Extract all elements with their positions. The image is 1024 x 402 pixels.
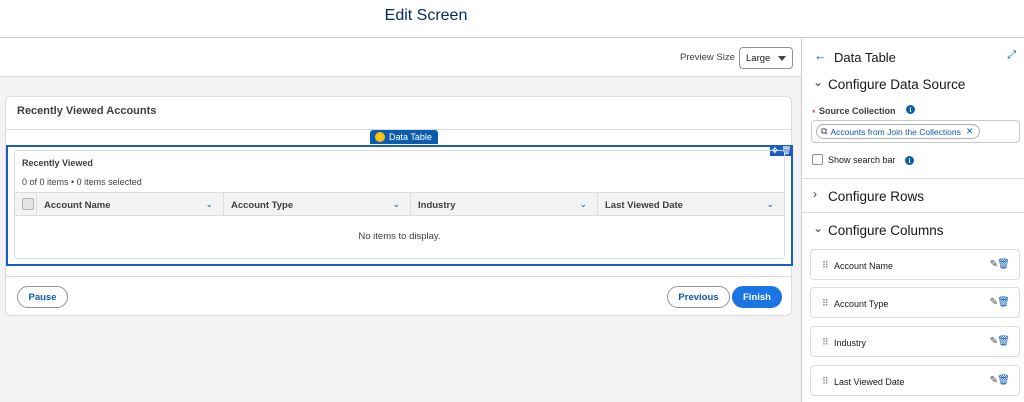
column-header[interactable]: Last Viewed Date ⌄ (597, 193, 784, 215)
pause-button[interactable]: Pause (17, 286, 68, 308)
table-header: Account Name ⌄ Account Type ⌄ Industry ⌄… (15, 192, 784, 216)
trash-icon[interactable]: 🗑 (997, 375, 1010, 386)
column-header[interactable]: Industry ⌄ (410, 193, 597, 215)
section-configure-data-source[interactable]: ⌄ Configure Data Source (802, 72, 1024, 98)
drag-handle-icon[interactable]: ⠿ (822, 376, 829, 387)
bolt-icon: ⚡ (375, 132, 385, 142)
column-card[interactable]: ⠿ Account Name ✎ 🗑 (810, 249, 1020, 280)
preview-size-value: Large (746, 53, 771, 64)
source-collection-field[interactable]: ⧉ Accounts from Join the Collections ✕ (811, 120, 1020, 143)
column-header[interactable]: Account Name ⌄ (36, 193, 223, 215)
preview-size-select[interactable]: Large (739, 47, 793, 69)
column-header-label: Last Viewed Date (605, 200, 683, 211)
page-title: Edit Screen (384, 7, 468, 24)
finish-button[interactable]: Finish (732, 286, 782, 308)
info-icon[interactable]: i (906, 105, 915, 114)
card-title: Recently Viewed Accounts (17, 105, 157, 117)
chevron-right-icon: › (813, 187, 817, 201)
collection-pill[interactable]: ⧉ Accounts from Join the Collections ✕ (816, 124, 981, 139)
column-card[interactable]: ⠿ Account Type ✎ 🗑 (810, 287, 1020, 318)
chevron-down-icon[interactable]: ⌄ (766, 199, 774, 210)
section-configure-rows[interactable]: › Configure Rows (802, 184, 1024, 210)
close-icon[interactable]: ✕ (966, 126, 974, 137)
drag-handle-icon[interactable]: ⠿ (822, 298, 829, 309)
preview-bar: Preview Size Large (0, 39, 801, 77)
section-title: Configure Rows (828, 189, 925, 204)
trash-icon[interactable]: 🗑 (997, 336, 1010, 347)
data-table: Recently Viewed 0 of 0 items • 0 items s… (14, 150, 785, 259)
divider (6, 276, 791, 277)
screen-canvas: Preview Size Large Recently Viewed Accou… (0, 39, 801, 402)
info-icon[interactable]: i (905, 156, 914, 165)
expand-icon[interactable]: ⤢ (1007, 49, 1016, 62)
drag-handle-icon[interactable]: ⠿ (822, 260, 829, 271)
column-card-label: Account Name (834, 261, 894, 271)
trash-icon[interactable]: 🗑 (997, 297, 1010, 308)
show-search-bar-label: Show search bar (828, 155, 896, 165)
panel-header: ← Data Table ⤢ (802, 39, 1024, 75)
section-title: Configure Data Source (828, 77, 966, 92)
chevron-down-icon: ⌄ (813, 221, 824, 235)
screen-card: Recently Viewed Accounts ⚡ Data Table ✥ … (5, 96, 793, 316)
source-collection-label: Source Collection (819, 106, 896, 116)
collection-icon: ⧉ (821, 126, 828, 136)
chevron-down-icon[interactable]: ⌄ (579, 199, 587, 210)
chevron-down-icon[interactable]: ⌄ (392, 199, 400, 210)
column-header-label: Account Type (231, 200, 294, 211)
trash-icon[interactable]: 🗑 (997, 259, 1010, 270)
selected-component[interactable]: ✥ 🗑 Recently Viewed 0 of 0 items • 0 ite… (6, 145, 793, 266)
select-all-checkbox[interactable] (22, 198, 34, 210)
divider (802, 178, 1024, 179)
column-card[interactable]: ⠿ Industry ✎ 🗑 (810, 326, 1020, 357)
required-marker: * (812, 108, 816, 118)
table-title: Recently Viewed (22, 158, 93, 168)
table-count: 0 of 0 items • 0 items selected (22, 177, 142, 187)
collection-pill-label: Accounts from Join the Collections (830, 126, 961, 137)
column-header[interactable]: Account Type ⌄ (223, 193, 410, 215)
divider (802, 212, 1024, 213)
preview-size-label: Preview Size (680, 52, 735, 63)
panel-title: Data Table (834, 50, 896, 65)
show-search-bar-checkbox[interactable] (812, 154, 823, 165)
top-bar: Edit Screen (0, 0, 1024, 38)
arrow-left-icon[interactable]: ← (814, 48, 827, 63)
properties-panel: ← Data Table ⤢ ⌄ Configure Data Source *… (801, 39, 1024, 402)
component-badge[interactable]: ⚡ Data Table (370, 130, 438, 144)
column-card-label: Industry (834, 338, 867, 348)
column-header-label: Account Name (44, 200, 111, 211)
section-configure-columns[interactable]: ⌄ Configure Columns (802, 218, 1024, 244)
drag-handle-icon[interactable]: ⠿ (822, 337, 829, 348)
column-header-label: Industry (418, 200, 456, 211)
column-card-label: Last Viewed Date (834, 377, 905, 387)
component-badge-label: Data Table (389, 132, 432, 142)
column-card[interactable]: ⠿ Last Viewed Date ✎ 🗑 (810, 365, 1020, 396)
chevron-down-icon[interactable]: ⌄ (205, 199, 213, 210)
empty-message: No items to display. (358, 231, 441, 242)
section-title: Configure Columns (828, 223, 944, 238)
chevron-down-icon: ⌄ (813, 75, 824, 89)
previous-button[interactable]: Previous (667, 286, 730, 308)
column-card-label: Account Type (834, 299, 889, 309)
caret-down-icon (778, 56, 786, 61)
